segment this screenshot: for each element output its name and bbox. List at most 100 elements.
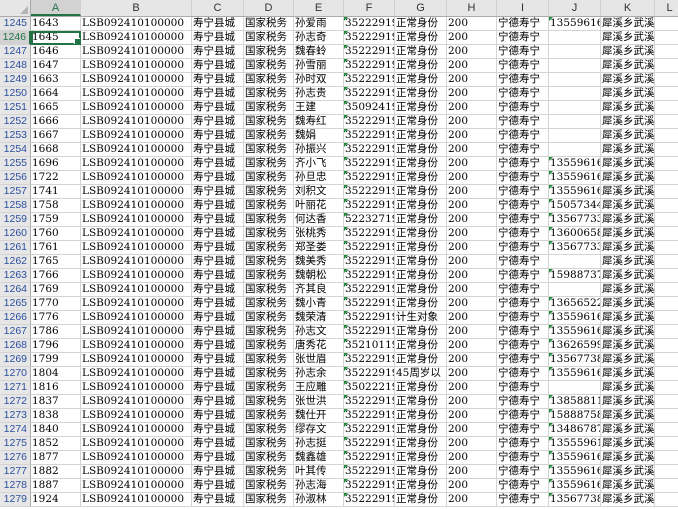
cell-k[interactable]: 犀溪乡武溪村 [601, 31, 655, 45]
cell-d[interactable]: 国家税务 [244, 45, 294, 59]
cell-d[interactable]: 国家税务 [244, 395, 294, 409]
row-header[interactable]: 1266 [0, 311, 31, 325]
cell-b[interactable]: LSB092410100000 [81, 101, 192, 115]
column-header-h[interactable]: H [447, 0, 497, 16]
cell-a[interactable]: 1887 [31, 479, 81, 493]
row-header[interactable]: 1251 [0, 101, 31, 115]
cell-f[interactable]: 35222919 [344, 325, 395, 339]
cell-b[interactable]: LSB092410100000 [81, 17, 192, 31]
cell-f[interactable]: 35222919 [344, 157, 395, 171]
row-header[interactable]: 1255 [0, 157, 31, 171]
cell-i[interactable]: 宁德寿宁 [497, 493, 549, 507]
cell-e[interactable]: 王建 [294, 101, 344, 115]
cell-f[interactable]: 35222919 [344, 423, 395, 437]
cell-g[interactable]: 正常身份 [395, 227, 447, 241]
cell-b[interactable]: LSB092410100000 [81, 87, 192, 101]
cell-e[interactable]: 魏美秀 [294, 255, 344, 269]
row-header[interactable]: 1263 [0, 269, 31, 283]
cell-g[interactable]: 计生对象 [395, 311, 447, 325]
cell-d[interactable]: 国家税务 [244, 311, 294, 325]
cell-l[interactable] [655, 17, 678, 31]
cell-f[interactable]: 35222919 [344, 437, 395, 451]
cell-a[interactable]: 1924 [31, 493, 81, 507]
cell-i[interactable]: 宁德寿宁 [497, 17, 549, 31]
cell-a[interactable]: 1760 [31, 227, 81, 241]
cell-f[interactable]: 35222919 [344, 409, 395, 423]
cell-h[interactable]: 200 [447, 423, 497, 437]
cell-g[interactable]: 正常身份 [395, 213, 447, 227]
cell-h[interactable]: 200 [447, 409, 497, 423]
cell-h[interactable]: 200 [447, 283, 497, 297]
cell-i[interactable]: 宁德寿宁 [497, 465, 549, 479]
cell-e[interactable]: 孙志挺 [294, 437, 344, 451]
cell-f[interactable]: 35222919 [344, 227, 395, 241]
cell-h[interactable]: 200 [447, 493, 497, 507]
cell-g[interactable]: 正常身份 [395, 269, 447, 283]
cell-f[interactable]: 35222919 [344, 17, 395, 31]
cell-e[interactable]: 孙振兴 [294, 143, 344, 157]
cell-e[interactable]: 魏荣清 [294, 311, 344, 325]
cell-i[interactable]: 宁德寿宁 [497, 353, 549, 367]
cell-a[interactable]: 1665 [31, 101, 81, 115]
cell-d[interactable]: 国家税务 [244, 213, 294, 227]
cell-l[interactable] [655, 241, 678, 255]
row-header[interactable]: 1275 [0, 437, 31, 451]
cell-e[interactable]: 叶丽花 [294, 199, 344, 213]
cell-a[interactable]: 1799 [31, 353, 81, 367]
cell-c[interactable]: 寿宁县城 [192, 423, 244, 437]
cell-d[interactable]: 国家税务 [244, 199, 294, 213]
cell-f[interactable]: 35222919 [344, 311, 395, 325]
cell-b[interactable]: LSB092410100000 [81, 199, 192, 213]
cell-i[interactable]: 宁德寿宁 [497, 297, 549, 311]
row-header[interactable]: 1261 [0, 241, 31, 255]
cell-d[interactable]: 国家税务 [244, 465, 294, 479]
select-all-corner[interactable] [0, 0, 31, 16]
cell-l[interactable] [655, 115, 678, 129]
cell-h[interactable]: 200 [447, 31, 497, 45]
cell-c[interactable]: 寿宁县城 [192, 199, 244, 213]
cell-h[interactable]: 200 [447, 129, 497, 143]
cell-j[interactable]: 13567733 [549, 213, 601, 227]
cell-g[interactable]: 正常身份 [395, 409, 447, 423]
cell-b[interactable]: LSB092410100000 [81, 479, 192, 493]
cell-j[interactable]: 13626599 [549, 339, 601, 353]
cell-k[interactable]: 犀溪乡武溪村 [601, 241, 655, 255]
cell-a[interactable]: 1852 [31, 437, 81, 451]
cell-c[interactable]: 寿宁县城 [192, 493, 244, 507]
cell-i[interactable]: 宁德寿宁 [497, 241, 549, 255]
cell-f[interactable]: 35222919 [344, 31, 395, 45]
cell-h[interactable]: 200 [447, 45, 497, 59]
cell-d[interactable]: 国家税务 [244, 423, 294, 437]
cell-g[interactable]: 正常身份 [395, 185, 447, 199]
cell-h[interactable]: 200 [447, 395, 497, 409]
column-header-b[interactable]: B [81, 0, 192, 16]
cell-j[interactable]: 13559616 [549, 451, 601, 465]
cell-i[interactable]: 宁德寿宁 [497, 59, 549, 73]
cell-a[interactable]: 1882 [31, 465, 81, 479]
cell-c[interactable]: 寿宁县城 [192, 339, 244, 353]
cell-k[interactable]: 犀溪乡武溪村 [601, 269, 655, 283]
cell-e[interactable]: 孙志贵 [294, 87, 344, 101]
cell-b[interactable]: LSB092410100000 [81, 45, 192, 59]
row-header[interactable]: 1269 [0, 353, 31, 367]
cell-a[interactable]: 1668 [31, 143, 81, 157]
cell-b[interactable]: LSB092410100000 [81, 353, 192, 367]
cell-c[interactable]: 寿宁县城 [192, 87, 244, 101]
cell-f[interactable]: 35222919 [344, 185, 395, 199]
cell-e[interactable]: 唐秀花 [294, 339, 344, 353]
cell-e[interactable]: 齐其良 [294, 283, 344, 297]
cell-b[interactable]: LSB092410100000 [81, 171, 192, 185]
cell-e[interactable]: 孙时双 [294, 73, 344, 87]
cell-h[interactable]: 200 [447, 451, 497, 465]
cell-b[interactable]: LSB092410100000 [81, 255, 192, 269]
cell-l[interactable] [655, 59, 678, 73]
row-header[interactable]: 1259 [0, 213, 31, 227]
cell-f[interactable]: 35222919 [344, 199, 395, 213]
cell-b[interactable]: LSB092410100000 [81, 437, 192, 451]
cell-j[interactable] [549, 101, 601, 115]
cell-f[interactable]: 35222919 [344, 465, 395, 479]
cell-c[interactable]: 寿宁县城 [192, 101, 244, 115]
cell-b[interactable]: LSB092410100000 [81, 451, 192, 465]
cell-g[interactable]: 正常身份 [395, 59, 447, 73]
cell-h[interactable]: 200 [447, 311, 497, 325]
